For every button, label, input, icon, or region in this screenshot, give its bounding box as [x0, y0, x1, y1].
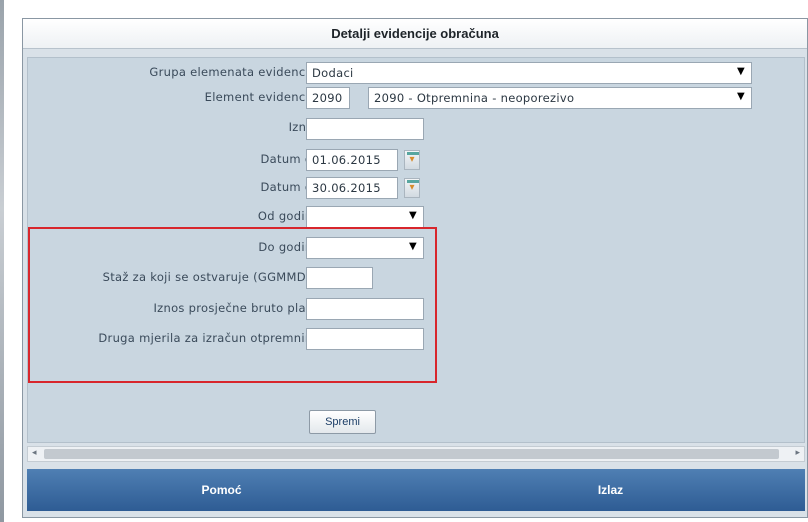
tenure-input[interactable]: [306, 267, 373, 289]
dialog-title: Detalji evidencije obračuna: [23, 19, 807, 49]
chevron-down-icon: ▼: [737, 66, 745, 77]
horizontal-scrollbar[interactable]: ◂ ▸: [27, 446, 805, 462]
group-select-value: Dodaci: [312, 66, 354, 80]
save-button[interactable]: Spremi: [309, 410, 376, 434]
scroll-left-icon[interactable]: ◂: [32, 448, 37, 458]
date-to-input[interactable]: 30.06.2015: [306, 177, 398, 199]
element-select-value: 2090 - Otpremnina - neoporezivo: [374, 91, 575, 105]
calendar-icon[interactable]: ▾: [404, 178, 420, 198]
chevron-down-icon: ▼: [409, 210, 417, 221]
group-select[interactable]: Dodaci ▼: [306, 62, 752, 84]
chevron-down-icon: ▼: [737, 91, 745, 102]
from-year-select[interactable]: ▼: [306, 206, 424, 228]
element-code-input[interactable]: 2090: [306, 87, 350, 109]
group-label: Grupa elemenata evidencije:: [149, 65, 324, 79]
form-panel: Grupa elemenata evidencije: Dodaci ▼ Ele…: [27, 57, 805, 443]
help-button[interactable]: Pomoć: [27, 469, 416, 511]
exit-button[interactable]: Izlaz: [416, 469, 805, 511]
element-select[interactable]: 2090 - Otpremnina - neoporezivo ▼: [368, 87, 752, 109]
record-details-dialog: Detalji evidencije obračuna Grupa elemen…: [22, 18, 808, 518]
avg-salary-label: Iznos prosječne bruto plaće:: [153, 301, 324, 315]
scroll-right-icon[interactable]: ▸: [795, 448, 800, 458]
date-from-input[interactable]: 01.06.2015: [306, 149, 398, 171]
chevron-down-icon: ▼: [409, 241, 417, 252]
other-criteria-input[interactable]: [306, 328, 424, 350]
amount-input[interactable]: [306, 118, 424, 140]
calendar-icon[interactable]: ▾: [404, 150, 420, 170]
footer-bar: Pomoć Izlaz: [27, 469, 805, 511]
avg-salary-input[interactable]: [306, 298, 424, 320]
to-year-select[interactable]: ▼: [306, 237, 424, 259]
window-edge: [0, 0, 4, 522]
other-criteria-label: Druga mjerila za izračun otpremnine:: [98, 331, 324, 345]
scroll-thumb[interactable]: [44, 449, 779, 459]
tenure-label: Staž za koji se ostvaruje (GGMMDD):: [102, 270, 324, 284]
